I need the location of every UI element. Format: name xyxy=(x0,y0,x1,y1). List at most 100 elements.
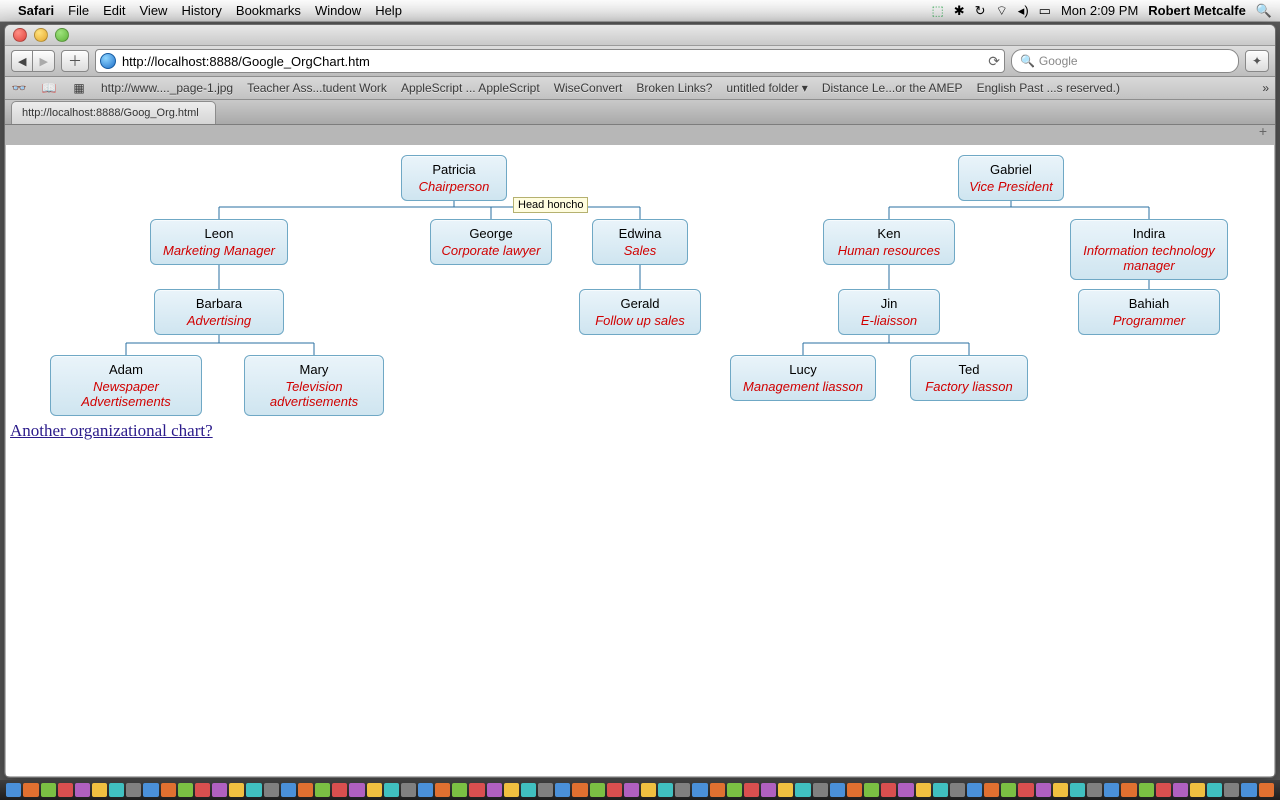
dock-app-icon[interactable] xyxy=(487,783,502,797)
dock-app-icon[interactable] xyxy=(23,783,38,797)
spotlight-icon[interactable]: 🔍 xyxy=(1256,3,1272,19)
bookmark-item[interactable]: http://www...._page-1.jpg xyxy=(101,81,233,95)
org-node-ted[interactable]: Ted Factory liasson xyxy=(910,355,1028,401)
dock-app-icon[interactable] xyxy=(126,783,141,797)
dock-app-icon[interactable] xyxy=(195,783,210,797)
dock-app-icon[interactable] xyxy=(692,783,707,797)
bookmarks-icon[interactable]: 📖 xyxy=(41,81,57,95)
dock-app-icon[interactable] xyxy=(401,783,416,797)
dock-app-icon[interactable] xyxy=(469,783,484,797)
dock-app-icon[interactable] xyxy=(1173,783,1188,797)
dock-app-icon[interactable] xyxy=(1121,783,1136,797)
dock-app-icon[interactable] xyxy=(315,783,330,797)
url-text[interactable]: http://localhost:8888/Google_OrgChart.ht… xyxy=(122,54,982,69)
dock-app-icon[interactable] xyxy=(641,783,656,797)
dock-app-icon[interactable] xyxy=(435,783,450,797)
org-node-indira[interactable]: Indira Information technology manager xyxy=(1070,219,1228,280)
dock-app-icon[interactable] xyxy=(555,783,570,797)
another-chart-link[interactable]: Another organizational chart? xyxy=(10,421,213,441)
back-button[interactable]: ◀ xyxy=(11,50,32,72)
dock-app-icon[interactable] xyxy=(1018,783,1033,797)
dock-app-icon[interactable] xyxy=(1207,783,1222,797)
reading-list-icon[interactable]: 👓 xyxy=(11,81,27,95)
dock-app-icon[interactable] xyxy=(178,783,193,797)
dock-app-icon[interactable] xyxy=(161,783,176,797)
dock-app-icon[interactable] xyxy=(367,783,382,797)
dock-app-icon[interactable] xyxy=(1241,783,1256,797)
org-node-leon[interactable]: Leon Marketing Manager xyxy=(150,219,288,265)
dock-app-icon[interactable] xyxy=(744,783,759,797)
org-node-edwina[interactable]: Edwina Sales xyxy=(592,219,688,265)
dock-app-icon[interactable] xyxy=(813,783,828,797)
bookmark-item[interactable]: Distance Le...or the AMEP xyxy=(822,81,963,95)
menu-file[interactable]: File xyxy=(68,3,89,18)
org-node-barbara[interactable]: Barbara Advertising xyxy=(154,289,284,335)
timemachine-icon[interactable]: ↻ xyxy=(975,3,986,19)
dock-app-icon[interactable] xyxy=(1053,783,1068,797)
dock-app-icon[interactable] xyxy=(521,783,536,797)
dock-app-icon[interactable] xyxy=(830,783,845,797)
dock-app-icon[interactable] xyxy=(675,783,690,797)
dock-app-icon[interactable] xyxy=(58,783,73,797)
dock-app-icon[interactable] xyxy=(452,783,467,797)
dock-app-icon[interactable] xyxy=(41,783,56,797)
dock-app-icon[interactable] xyxy=(1104,783,1119,797)
dock-app-icon[interactable] xyxy=(916,783,931,797)
dock-app-icon[interactable] xyxy=(1001,783,1016,797)
battery-icon[interactable]: ▭ xyxy=(1039,3,1051,19)
dock-app-icon[interactable] xyxy=(778,783,793,797)
dock-app-icon[interactable] xyxy=(624,783,639,797)
org-node-mary[interactable]: Mary Television advertisements xyxy=(244,355,384,416)
dock-app-icon[interactable] xyxy=(143,783,158,797)
dock-app-icon[interactable] xyxy=(504,783,519,797)
bookmark-folder[interactable]: untitled folder ▾ xyxy=(726,81,807,95)
menu-edit[interactable]: Edit xyxy=(103,3,125,18)
dock-app-icon[interactable] xyxy=(795,783,810,797)
bookmarks-overflow-button[interactable]: » xyxy=(1262,81,1269,95)
dock-app-icon[interactable] xyxy=(264,783,279,797)
org-node-gabriel[interactable]: Gabriel Vice President xyxy=(958,155,1064,201)
topsites-icon[interactable]: ▦ xyxy=(71,81,87,95)
dock-app-icon[interactable] xyxy=(1087,783,1102,797)
bookmark-item[interactable]: AppleScript ... AppleScript xyxy=(401,81,540,95)
dock-app-icon[interactable] xyxy=(572,783,587,797)
dock-app-icon[interactable] xyxy=(1070,783,1085,797)
dock-app-icon[interactable] xyxy=(1156,783,1171,797)
wifi-icon[interactable]: ⌔ xyxy=(996,3,1008,19)
org-node-lucy[interactable]: Lucy Management liasson xyxy=(730,355,876,401)
bookmark-item[interactable]: WiseConvert xyxy=(554,81,623,95)
dock-app-icon[interactable] xyxy=(1190,783,1205,797)
bluetooth-icon[interactable]: ✱ xyxy=(954,3,965,19)
dock-app-icon[interactable] xyxy=(92,783,107,797)
menu-help[interactable]: Help xyxy=(375,3,402,18)
bookmark-item[interactable]: English Past ...s reserved.) xyxy=(977,81,1120,95)
dock-app-icon[interactable] xyxy=(1224,783,1239,797)
org-node-patricia[interactable]: Patricia Chairperson xyxy=(401,155,507,201)
dock-app-icon[interactable] xyxy=(229,783,244,797)
window-close-button[interactable] xyxy=(13,28,27,42)
menu-bookmarks[interactable]: Bookmarks xyxy=(236,3,301,18)
bookmark-item[interactable]: Broken Links? xyxy=(636,81,712,95)
dock-app-icon[interactable] xyxy=(332,783,347,797)
org-node-ken[interactable]: Ken Human resources xyxy=(823,219,955,265)
dock-app-icon[interactable] xyxy=(710,783,725,797)
volume-icon[interactable]: ◂) xyxy=(1018,3,1029,19)
reload-button[interactable]: ⟳ xyxy=(988,53,1000,70)
dock-app-icon[interactable] xyxy=(847,783,862,797)
dock-app-icon[interactable] xyxy=(246,783,261,797)
org-node-george[interactable]: George Corporate lawyer xyxy=(430,219,552,265)
dock-app-icon[interactable] xyxy=(75,783,90,797)
clock[interactable]: Mon 2:09 PM xyxy=(1061,3,1138,18)
dock-app-icon[interactable] xyxy=(109,783,124,797)
org-node-adam[interactable]: Adam Newspaper Advertisements xyxy=(50,355,202,416)
report-bug-button[interactable]: ✦ xyxy=(1245,50,1269,72)
user-menu[interactable]: Robert Metcalfe xyxy=(1148,3,1246,18)
dock-app-icon[interactable] xyxy=(607,783,622,797)
dock[interactable] xyxy=(0,780,1280,800)
dock-app-icon[interactable] xyxy=(1139,783,1154,797)
address-bar[interactable]: http://localhost:8888/Google_OrgChart.ht… xyxy=(95,49,1005,73)
dock-app-icon[interactable] xyxy=(864,783,879,797)
menu-history[interactable]: History xyxy=(181,3,221,18)
forward-button[interactable]: ▶ xyxy=(32,50,54,72)
window-zoom-button[interactable] xyxy=(55,28,69,42)
